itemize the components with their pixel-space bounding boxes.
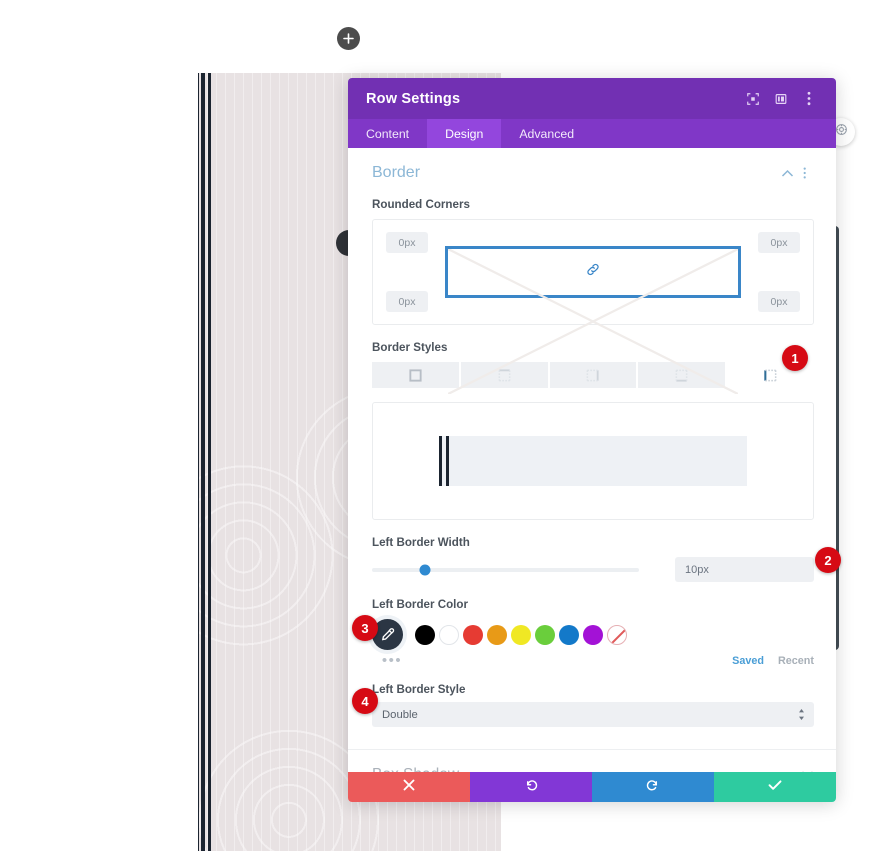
add-module-button[interactable] <box>337 27 360 50</box>
box-shadow-section[interactable]: Box Shadow <box>348 749 836 772</box>
annotation-badge-1: 1 <box>782 345 808 371</box>
border-preview-box <box>372 402 814 520</box>
border-style-all[interactable] <box>372 362 459 388</box>
recent-colors-tab[interactable]: Recent <box>778 655 814 667</box>
settings-gear-icon <box>835 123 848 141</box>
row-settings-modal: Row Settings Content Design Advanced Bor… <box>348 78 836 802</box>
modal-header: Row Settings <box>348 78 836 119</box>
swatch-white[interactable] <box>439 624 459 645</box>
left-border-style-value: Double <box>382 708 418 721</box>
box-shadow-title: Box Shadow <box>372 766 801 772</box>
slider-knob[interactable] <box>419 564 431 575</box>
layout-toggle-icon[interactable] <box>768 86 794 112</box>
swatch-green[interactable] <box>535 624 555 645</box>
corner-preview-rect <box>445 246 741 394</box>
palette-subrow: ••• Saved Recent <box>372 653 814 668</box>
redo-arrow-icon <box>646 778 660 797</box>
plus-icon <box>343 33 354 44</box>
corner-bottom-right-input[interactable]: 0px <box>758 291 800 312</box>
row-left-border-preview <box>198 73 211 851</box>
left-border-width-row <box>372 557 814 582</box>
more-vertical-icon[interactable] <box>796 86 822 112</box>
swatch-black[interactable] <box>415 624 435 645</box>
fullscreen-icon[interactable] <box>740 86 766 112</box>
border-preview-field <box>348 402 836 520</box>
modal-body: Border Rounded Corners 0px 0px 0px 0px B… <box>348 148 836 772</box>
modal-footer <box>348 772 836 802</box>
swatch-red[interactable] <box>463 624 483 645</box>
chevron-up-icon[interactable] <box>778 169 796 178</box>
left-border-style-field: Left Border Style Double <box>348 683 836 727</box>
swatch-orange[interactable] <box>487 624 507 645</box>
tab-design[interactable]: Design <box>427 119 502 148</box>
swatch-yellow[interactable] <box>511 624 531 645</box>
annotation-badge-4: 4 <box>352 688 378 714</box>
section-more-vertical-icon[interactable] <box>796 166 814 180</box>
chevron-down-icon[interactable] <box>801 766 814 772</box>
left-border-style-select[interactable]: Double <box>372 702 814 727</box>
redo-button[interactable] <box>592 772 714 802</box>
color-palette <box>372 619 814 650</box>
annotation-badge-3: 3 <box>352 615 378 641</box>
left-border-width-input[interactable] <box>675 557 814 582</box>
rounded-corners-label: Rounded Corners <box>372 198 470 211</box>
save-button[interactable] <box>714 772 836 802</box>
left-border-color-label: Left Border Color <box>372 598 468 611</box>
tab-content[interactable]: Content <box>348 119 427 148</box>
left-border-width-label: Left Border Width <box>372 536 470 549</box>
select-arrows-icon <box>798 708 805 721</box>
left-border-width-field: Left Border Width <box>348 536 836 582</box>
modal-title: Row Settings <box>366 90 461 107</box>
border-preview-sample <box>439 436 747 486</box>
left-border-width-slider[interactable] <box>372 564 639 575</box>
tab-advanced[interactable]: Advanced <box>501 119 592 148</box>
border-section-header: Border <box>348 148 836 182</box>
rounded-corners-field: Rounded Corners 0px 0px 0px 0px <box>348 198 836 394</box>
swatch-purple[interactable] <box>583 624 603 645</box>
left-border-style-label: Left Border Style <box>372 683 466 696</box>
undo-button[interactable] <box>470 772 592 802</box>
undo-arrow-icon <box>524 778 538 797</box>
corner-top-right-input[interactable]: 0px <box>758 232 800 253</box>
cancel-button[interactable] <box>348 772 470 802</box>
section-title: Border <box>372 164 421 181</box>
close-x-icon <box>403 778 415 796</box>
swatch-blue[interactable] <box>559 624 579 645</box>
corner-top-left-input[interactable]: 0px <box>386 232 428 253</box>
corner-bottom-left-input[interactable]: 0px <box>386 291 428 312</box>
swatch-transparent[interactable] <box>607 624 627 645</box>
rounded-corners-widget: 0px 0px 0px 0px <box>372 219 814 394</box>
annotation-badge-2: 2 <box>815 547 841 573</box>
left-border-color-field: Left Border Color ••• Saved Recent <box>348 598 836 668</box>
checkmark-icon <box>768 778 782 796</box>
modal-tabbar: Content Design Advanced <box>348 119 836 148</box>
link-icon[interactable] <box>582 261 604 283</box>
more-colors-button[interactable]: ••• <box>375 653 409 668</box>
saved-colors-tab[interactable]: Saved <box>732 655 764 667</box>
